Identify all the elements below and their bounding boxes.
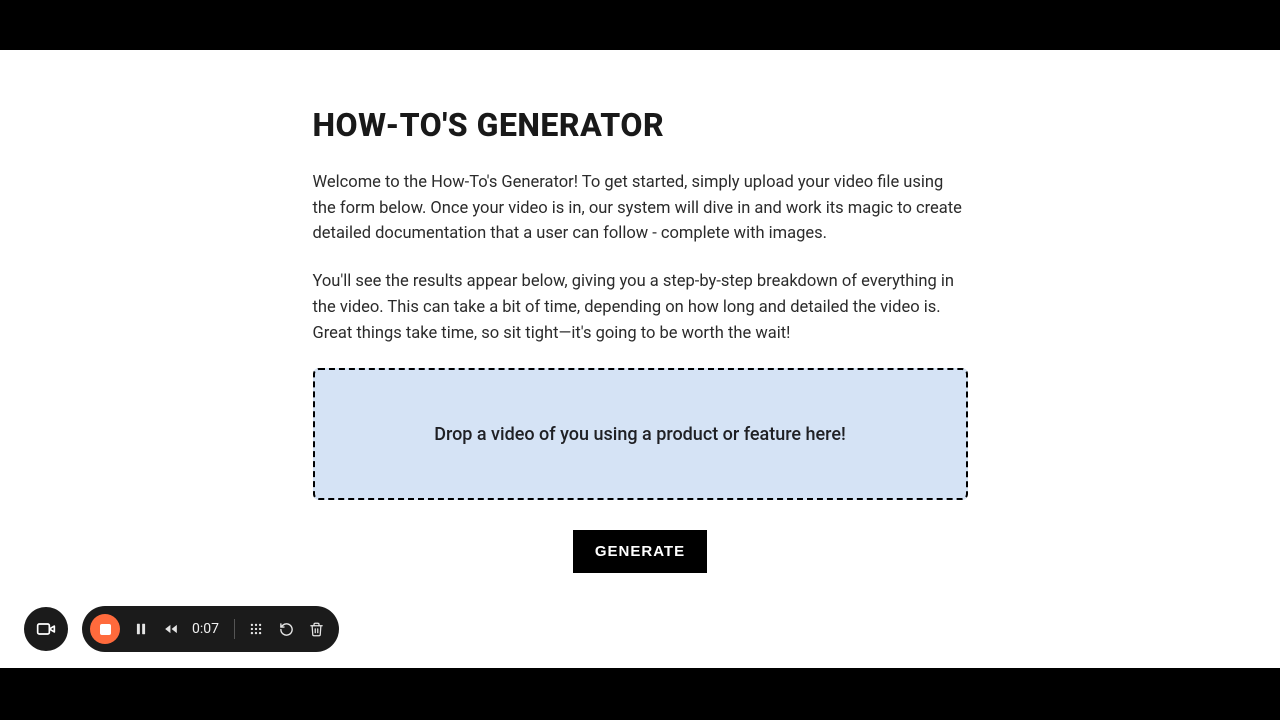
generate-button-row: GENERATE [313, 530, 968, 573]
camera-toggle-button[interactable] [24, 607, 68, 651]
[interactable] [162, 620, 180, 638]
generate-button[interactable]: GENERATE [573, 530, 707, 573]
pause-icon [134, 622, 148, 636]
video-dropzone[interactable]: Drop a video of you using a product or f… [313, 368, 968, 500]
screen-recorder-toolbar: 0:07 [24, 606, 339, 652]
recorder-separator [234, 619, 235, 639]
stop-icon [100, 624, 111, 635]
top-letterbox-bar [0, 0, 1280, 50]
bottom-letterbox-bar [0, 668, 1280, 720]
restart-button[interactable] [277, 620, 295, 638]
trash-icon [309, 622, 324, 637]
stop-record-button[interactable] [90, 614, 120, 644]
recorder-pill: 0:07 [82, 606, 339, 652]
restart-icon [279, 622, 294, 637]
grid-button[interactable] [247, 620, 265, 638]
recorder-elapsed-time: 0:07 [192, 621, 222, 637]
main-content: HOW-TO'S GENERATOR Welcome to the How-To… [313, 50, 968, 573]
rewind-icon [163, 622, 179, 636]
dropzone-label: Drop a video of you using a product or f… [434, 424, 846, 445]
page-title: HOW-TO'S GENERATOR [313, 106, 968, 144]
delete-button[interactable] [307, 620, 325, 638]
video-camera-icon [36, 619, 56, 639]
pause-button[interactable] [132, 620, 150, 638]
intro-paragraph-2: You'll see the results appear below, giv… [313, 269, 968, 346]
grid-dots-icon [249, 622, 263, 636]
intro-paragraph-1: Welcome to the How-To's Generator! To ge… [313, 170, 968, 247]
